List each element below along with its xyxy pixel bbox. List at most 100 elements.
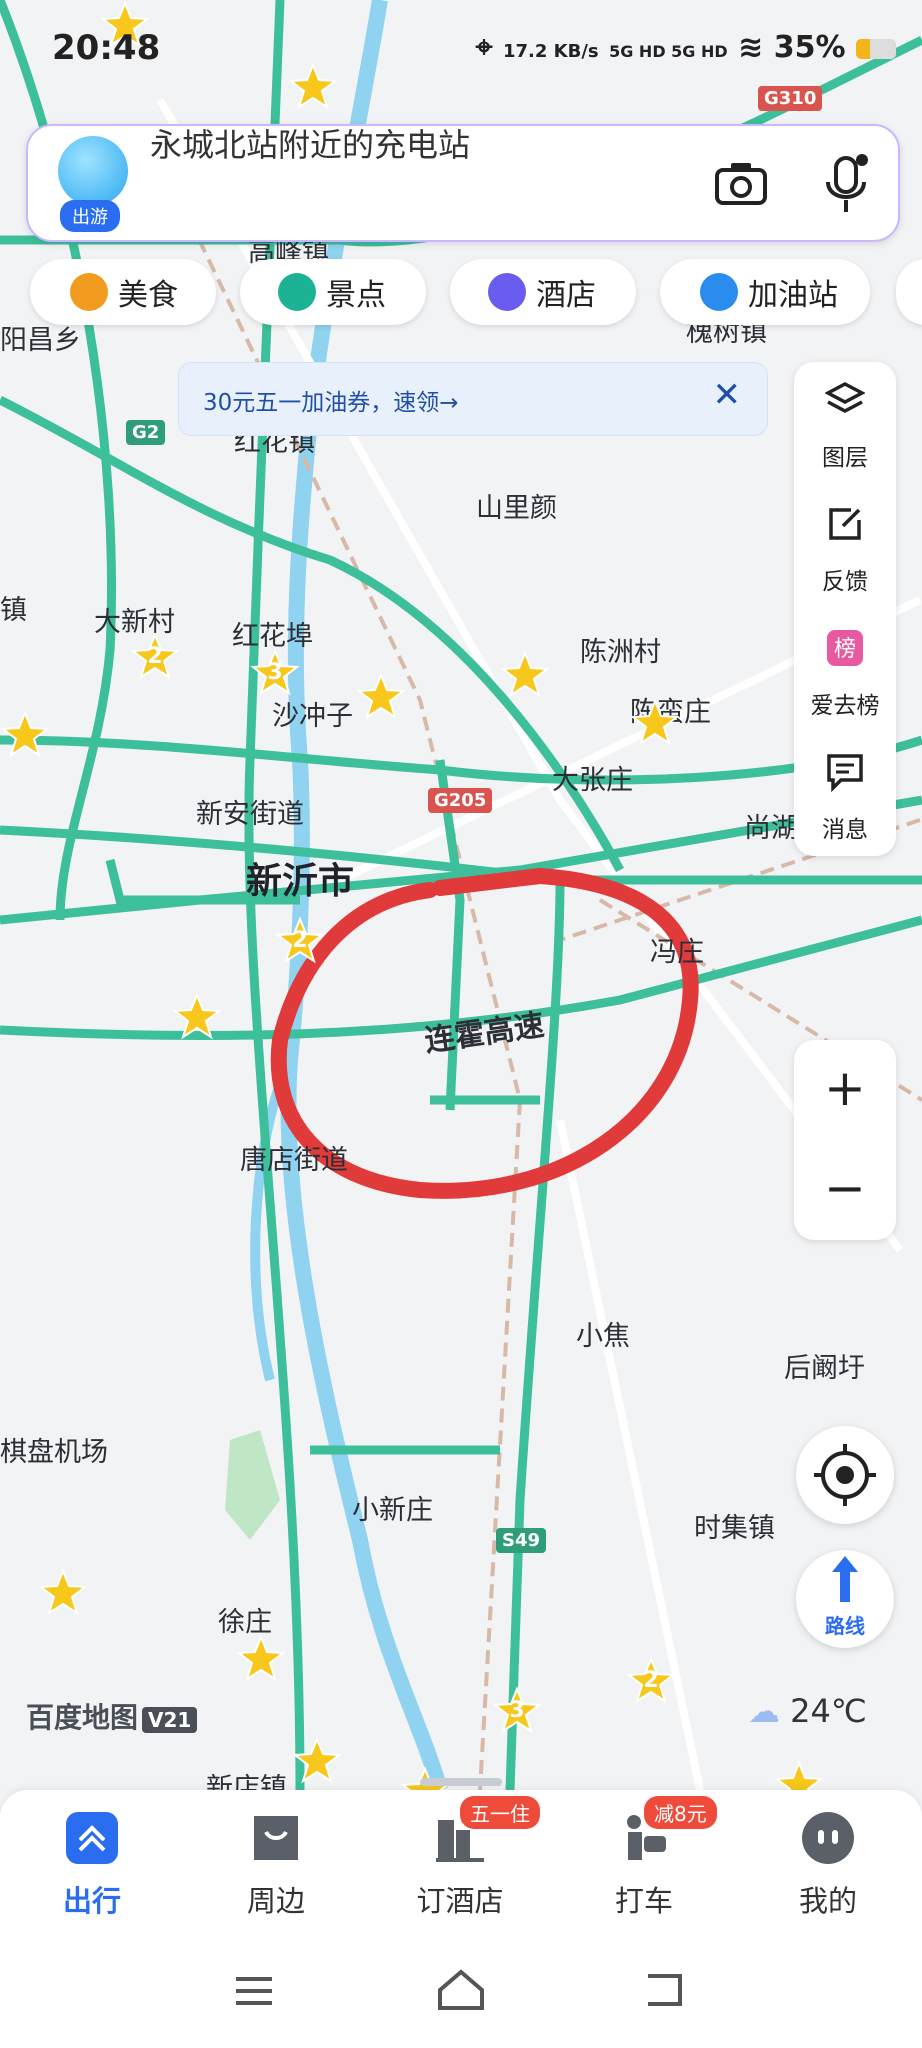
place-label: 小新庄 — [352, 1495, 433, 1526]
menu-icon[interactable] — [232, 1974, 276, 2008]
food-icon — [70, 273, 108, 311]
network-speed: 17.2 KB/s — [503, 41, 599, 62]
weather-widget[interactable]: ☁ 24℃ — [748, 1692, 867, 1730]
tool-message[interactable]: 消息 — [794, 734, 896, 858]
assistant-avatar-icon[interactable] — [58, 136, 128, 206]
place-label: 陈洲村 — [580, 637, 661, 668]
place-label: 新安街道 — [196, 799, 304, 830]
back-icon[interactable] — [642, 1970, 686, 2010]
place-label: 后阚圩 — [784, 1353, 865, 1384]
route-label: 路线 — [825, 1614, 865, 1638]
feedback-icon — [829, 508, 861, 540]
logo-text: 百度地图 — [26, 1701, 139, 1734]
nav-label: 周边 — [246, 1884, 305, 1918]
road-shield: G205 — [428, 788, 493, 813]
logo-version: V21 — [142, 1707, 198, 1733]
nav-hotel[interactable]: 五一住 订酒店 — [368, 1790, 552, 1930]
place-label: 时集镇 — [694, 1513, 775, 1544]
avatar-tag: 出游 — [60, 200, 120, 232]
nav-taxi[interactable]: 减8元 打车 — [552, 1790, 736, 1930]
tool-label: 反馈 — [822, 569, 868, 595]
locate-button[interactable] — [796, 1426, 894, 1524]
layers-icon — [825, 382, 865, 413]
place-label: 冯庄 — [650, 937, 704, 968]
road-shield: S49 — [496, 1528, 547, 1553]
city-label: 新沂市 — [246, 861, 355, 902]
star-poi-icon[interactable]: 2 — [626, 1656, 676, 1706]
star-count: 2 — [147, 644, 163, 669]
place-label: 沙冲子 — [272, 701, 353, 732]
star-poi-icon[interactable] — [172, 992, 222, 1042]
travel-icon — [66, 1812, 118, 1864]
hotel-nav-icon — [436, 1820, 484, 1862]
location-icon: ⌖ — [475, 30, 493, 65]
crosshair-icon — [814, 1444, 876, 1506]
category-chip-food[interactable]: 美食 — [30, 259, 216, 325]
star-poi-icon[interactable] — [356, 672, 406, 722]
star-poi-icon[interactable] — [292, 1736, 342, 1786]
partly-cloudy-icon: ☁ — [748, 1692, 780, 1730]
drag-handle[interactable] — [420, 1778, 502, 1786]
message-icon — [827, 754, 863, 792]
map-tools-panel: 图层 反馈 榜 爱去榜 消息 — [794, 362, 896, 856]
star-poi-icon[interactable] — [500, 650, 550, 700]
tool-label: 消息 — [822, 817, 868, 843]
place-label: 棋盘机场 — [0, 1437, 108, 1468]
star-count: 3 — [509, 1698, 525, 1723]
place-label: 小焦 — [576, 1321, 630, 1352]
battery-level: 35% — [773, 30, 846, 65]
star-poi-icon[interactable] — [236, 1634, 286, 1684]
search-bar[interactable]: 出游 永城北站附近的充电站 — [26, 124, 900, 242]
star-count: 3 — [267, 660, 283, 685]
place-label: 山里颜 — [476, 493, 557, 524]
zoom-in-button[interactable]: + — [794, 1040, 896, 1140]
place-label: 唐店街道 — [240, 1145, 348, 1176]
star-poi-icon[interactable]: 2 — [130, 632, 180, 682]
status-bar: 20:48 ⌖ 17.2 KB/s 5G HD 5G HD ≋ 35% — [0, 0, 922, 100]
svg-text:榜: 榜 — [834, 637, 856, 662]
star-poi-icon[interactable]: 2 — [275, 916, 325, 966]
promo-text[interactable]: 30元五一加油券，速领→ — [203, 383, 459, 417]
profile-icon — [802, 1812, 854, 1864]
category-label: 酒店 — [536, 278, 596, 313]
route-button[interactable]: 路线 — [796, 1550, 894, 1648]
signal-info: 5G HD 5G HD — [609, 42, 728, 61]
ranking-icon: 榜 — [827, 630, 863, 666]
map-logo: 百度地图 V21 — [26, 1696, 198, 1736]
tool-feedback[interactable]: 反馈 — [794, 486, 896, 610]
category-chip-scenic[interactable]: 景点 — [240, 259, 426, 325]
star-poi-icon[interactable]: 3 — [492, 1686, 542, 1736]
star-count: 2 — [643, 1668, 659, 1693]
star-count: 2 — [292, 928, 308, 953]
wifi-icon: ≋ — [738, 30, 764, 65]
category-chip-hotel[interactable]: 酒店 — [450, 259, 636, 325]
tool-layers[interactable]: 图层 — [794, 362, 896, 486]
status-time: 20:48 — [52, 28, 161, 68]
category-chip-gas[interactable]: 加油站 — [660, 259, 870, 325]
star-poi-icon[interactable]: 3 — [250, 648, 300, 698]
nav-travel[interactable]: 出行 — [0, 1790, 184, 1930]
place-label: 尚湖 — [744, 813, 798, 844]
tool-ranking[interactable]: 榜 爱去榜 — [794, 610, 896, 734]
zoom-out-button[interactable]: − — [794, 1140, 896, 1240]
nav-mine[interactable]: 我的 — [736, 1790, 920, 1930]
star-poi-icon[interactable] — [38, 1568, 88, 1618]
home-icon[interactable] — [436, 1968, 486, 2012]
promo-banner[interactable]: 30元五一加油券，速领→ ✕ — [178, 362, 768, 436]
status-right: ⌖ 17.2 KB/s 5G HD 5G HD ≋ 35% — [476, 30, 896, 65]
nearby-icon — [254, 1816, 298, 1860]
zoom-control: + − — [794, 1040, 896, 1240]
close-icon[interactable]: ✕ — [713, 375, 742, 415]
route-arrow-icon — [832, 1556, 858, 1602]
nav-nearby[interactable]: 周边 — [184, 1790, 368, 1930]
star-poi-icon[interactable] — [630, 698, 680, 748]
temperature: 24℃ — [790, 1692, 867, 1730]
camera-icon[interactable] — [714, 160, 768, 206]
star-poi-icon[interactable] — [0, 710, 50, 760]
category-label: 景点 — [326, 278, 386, 313]
microphone-icon[interactable] — [824, 154, 870, 214]
tool-label: 爱去榜 — [810, 693, 880, 719]
nav-label: 打车 — [614, 1884, 673, 1918]
search-query[interactable]: 永城北站附近的充电站 — [150, 120, 470, 166]
gas-station-icon — [700, 273, 738, 311]
